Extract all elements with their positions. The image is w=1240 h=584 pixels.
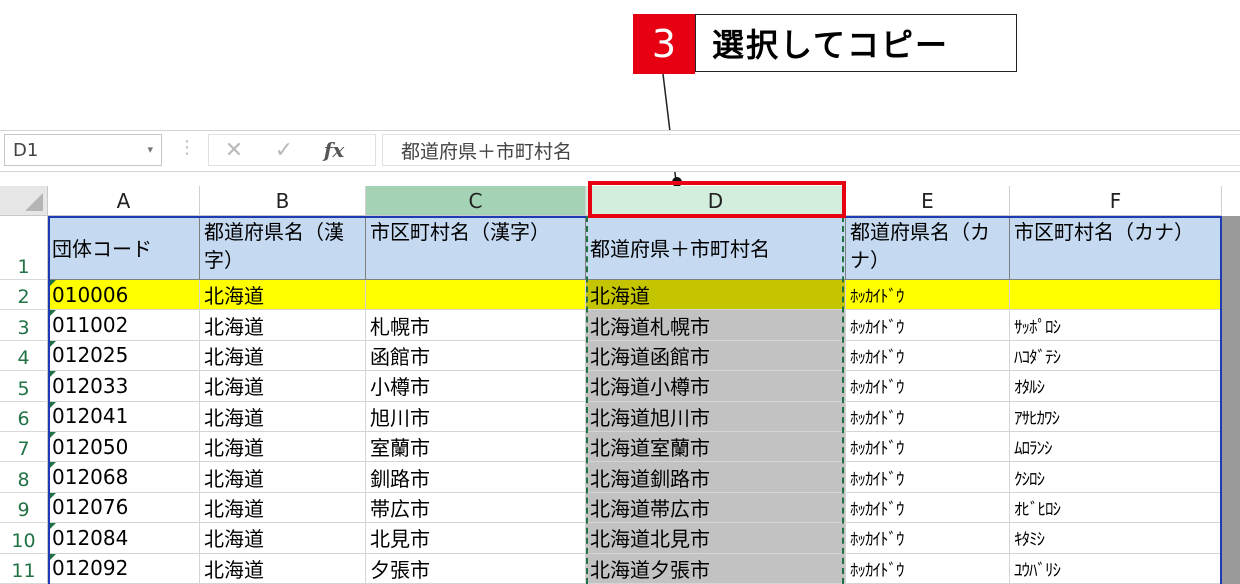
- table-cell[interactable]: 北海道: [200, 492, 366, 524]
- header-cell[interactable]: 都道府県＋市町村名: [586, 216, 846, 280]
- row-header[interactable]: 4: [0, 340, 48, 372]
- table-cell[interactable]: 012025: [48, 340, 200, 372]
- column-header-f[interactable]: F: [1010, 186, 1222, 216]
- table-cell[interactable]: 012041: [48, 401, 200, 432]
- table-cell[interactable]: ﾎｯｶｲﾄﾞｳ: [846, 280, 1010, 311]
- table-cell[interactable]: 012092: [48, 553, 200, 584]
- header-cell[interactable]: 都道府県名（漢字）: [200, 216, 366, 280]
- table-cell[interactable]: 北海道: [200, 523, 366, 554]
- table-cell[interactable]: ﾎｯｶｲﾄﾞｳ: [846, 492, 1010, 524]
- header-cell[interactable]: 市区町村名（カナ）: [1010, 216, 1222, 280]
- table-cell[interactable]: ﾑﾛﾗﾝｼ: [1010, 432, 1222, 463]
- name-box[interactable]: D1 ▾: [4, 134, 162, 166]
- table-cell[interactable]: 北海道室蘭市: [586, 432, 846, 463]
- table-cell[interactable]: 札幌市: [366, 310, 586, 341]
- table-cell[interactable]: 北海道: [200, 371, 366, 402]
- table-cell[interactable]: 北海道: [200, 432, 366, 463]
- table-cell[interactable]: 函館市: [366, 340, 586, 372]
- table-cell[interactable]: 北海道夕張市: [586, 553, 846, 584]
- row-header[interactable]: 2: [0, 280, 48, 311]
- table-edge-shading: [1222, 216, 1240, 584]
- table-cell[interactable]: ﾎｯｶｲﾄﾞｳ: [846, 462, 1010, 493]
- step-instruction-label: 選択してコピー: [695, 14, 1017, 72]
- row-header[interactable]: 9: [0, 492, 48, 524]
- column-header-d[interactable]: D: [586, 186, 846, 216]
- row-header[interactable]: 3: [0, 310, 48, 341]
- table-cell[interactable]: 釧路市: [366, 462, 586, 493]
- table-cell[interactable]: 北海道釧路市: [586, 462, 846, 493]
- table-cell[interactable]: 小樽市: [366, 371, 586, 402]
- table-cell[interactable]: ﾎｯｶｲﾄﾞｳ: [846, 310, 1010, 341]
- column-header-a[interactable]: A: [48, 186, 200, 216]
- table-cell[interactable]: 北海道: [200, 401, 366, 432]
- chevron-down-icon[interactable]: ▾: [147, 143, 153, 156]
- table-cell[interactable]: 北海道旭川市: [586, 401, 846, 432]
- table-cell[interactable]: ﾎｯｶｲﾄﾞｳ: [846, 340, 1010, 372]
- table-cell[interactable]: ｵﾀﾙｼ: [1010, 371, 1222, 402]
- row-header[interactable]: 1: [0, 216, 48, 280]
- enter-icon[interactable]: ✓: [259, 138, 309, 163]
- table-cell[interactable]: 室蘭市: [366, 432, 586, 463]
- table-cell[interactable]: 北海道札幌市: [586, 310, 846, 341]
- table-cell[interactable]: 012068: [48, 462, 200, 493]
- table-cell[interactable]: ｵﾋﾞﾋﾛｼ: [1010, 492, 1222, 524]
- row-header[interactable]: 10: [0, 523, 48, 554]
- formula-bar: D1 ▾ ⋮ ✕ ✓ fx 都道府県＋市町村名: [0, 130, 1240, 172]
- header-cell[interactable]: 都道府県名（カナ）: [846, 216, 1010, 280]
- table-cell[interactable]: ﾊｺﾀﾞﾃｼ: [1010, 340, 1222, 372]
- table-cell[interactable]: 北海道小樽市: [586, 371, 846, 402]
- table-cell[interactable]: 北海道帯広市: [586, 492, 846, 524]
- table-cell[interactable]: [1010, 280, 1222, 311]
- row-header[interactable]: 5: [0, 371, 48, 402]
- header-cell[interactable]: 市区町村名（漢字）: [366, 216, 586, 280]
- header-cell[interactable]: 団体コード: [48, 216, 200, 280]
- insert-function-icon[interactable]: fx: [309, 138, 359, 162]
- table-cell[interactable]: 012076: [48, 492, 200, 524]
- table-cell[interactable]: 北見市: [366, 523, 586, 554]
- column-header-e[interactable]: E: [846, 186, 1010, 216]
- table-cell[interactable]: 012084: [48, 523, 200, 554]
- table-cell[interactable]: 北海道: [200, 310, 366, 341]
- table-cell[interactable]: 帯広市: [366, 492, 586, 524]
- row-header[interactable]: 7: [0, 432, 48, 463]
- separator-icon: ⋮: [178, 137, 196, 158]
- table-cell[interactable]: 012050: [48, 432, 200, 463]
- name-box-value: D1: [13, 139, 39, 161]
- column-header-c[interactable]: C: [366, 186, 586, 216]
- table-cell[interactable]: ﾎｯｶｲﾄﾞｳ: [846, 371, 1010, 402]
- table-cell[interactable]: ﾎｯｶｲﾄﾞｳ: [846, 401, 1010, 432]
- table-cell[interactable]: ﾎｯｶｲﾄﾞｳ: [846, 523, 1010, 554]
- table-cell[interactable]: 北海道: [586, 280, 846, 311]
- row-header[interactable]: 6: [0, 401, 48, 432]
- step-number-badge: 3: [633, 14, 695, 74]
- formula-buttons: ✕ ✓ fx: [208, 134, 376, 166]
- step-callout: 3 選択してコピー: [633, 14, 1017, 74]
- table-cell[interactable]: 北海道北見市: [586, 523, 846, 554]
- table-cell[interactable]: 北海道: [200, 340, 366, 372]
- table-cell[interactable]: 011002: [48, 310, 200, 341]
- table-cell[interactable]: ｸｼﾛｼ: [1010, 462, 1222, 493]
- table-cell[interactable]: 北海道函館市: [586, 340, 846, 372]
- table-cell[interactable]: 北海道: [200, 553, 366, 584]
- cancel-icon[interactable]: ✕: [209, 138, 259, 163]
- table-cell[interactable]: ﾎｯｶｲﾄﾞｳ: [846, 553, 1010, 584]
- table-cell[interactable]: ｱｻﾋｶﾜｼ: [1010, 401, 1222, 432]
- table-cell[interactable]: [366, 280, 586, 311]
- formula-input[interactable]: 都道府県＋市町村名: [382, 134, 1240, 166]
- table-cell[interactable]: ｷﾀﾐｼ: [1010, 523, 1222, 554]
- table-cell[interactable]: 010006: [48, 280, 200, 311]
- table-cell[interactable]: ﾎｯｶｲﾄﾞｳ: [846, 432, 1010, 463]
- table-cell[interactable]: ｻｯﾎﾟﾛｼ: [1010, 310, 1222, 341]
- table-cell[interactable]: 夕張市: [366, 553, 586, 584]
- row-header[interactable]: 8: [0, 462, 48, 493]
- table-cell[interactable]: 旭川市: [366, 401, 586, 432]
- table-cell[interactable]: 北海道: [200, 462, 366, 493]
- table-cell[interactable]: 012033: [48, 371, 200, 402]
- table-cell[interactable]: 北海道: [200, 280, 366, 311]
- table-cell[interactable]: ﾕｳﾊﾞﾘｼ: [1010, 553, 1222, 584]
- column-header-b[interactable]: B: [200, 186, 366, 216]
- select-all-button[interactable]: [0, 186, 48, 216]
- row-header[interactable]: 11: [0, 553, 48, 584]
